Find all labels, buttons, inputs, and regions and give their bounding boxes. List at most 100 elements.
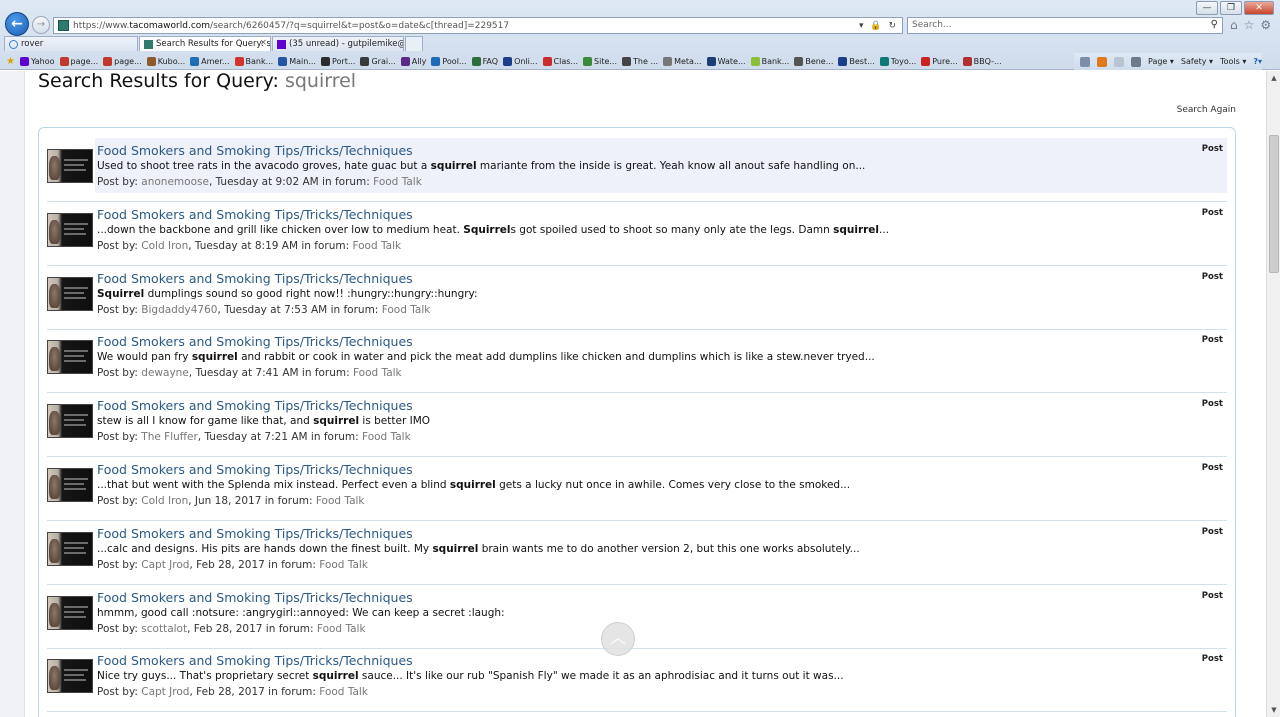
avatar[interactable]: [47, 404, 93, 439]
avatar[interactable]: [47, 595, 93, 630]
close-tab-icon[interactable]: ×: [259, 37, 267, 50]
tab-rover[interactable]: rover: [4, 36, 138, 51]
favorite-item[interactable]: Meta...: [663, 57, 702, 66]
rss-feed-icon[interactable]: [1096, 56, 1107, 67]
favorite-label: Wate...: [717, 57, 746, 66]
result-title-link[interactable]: Food Smokers and Smoking Tips/Tricks/Tec…: [97, 526, 413, 541]
favorite-item[interactable]: Amer...: [190, 57, 230, 66]
tab-search-results[interactable]: Search Results for Query: s... ×: [139, 36, 271, 51]
settings-gear-icon[interactable]: ⚙: [1260, 18, 1271, 32]
query-highlight: Squirrel: [97, 287, 145, 300]
favorite-item[interactable]: Bene...: [794, 57, 833, 66]
search-icon[interactable]: ⚲: [1211, 19, 1218, 30]
favorite-label: Port...: [331, 57, 356, 66]
author-link[interactable]: Cold Iron: [141, 240, 188, 252]
forum-link[interactable]: Food Talk: [319, 559, 368, 571]
avatar[interactable]: [47, 212, 93, 247]
forum-link[interactable]: Food Talk: [319, 686, 368, 698]
forum-link[interactable]: Food Talk: [373, 176, 422, 188]
tab-yahoo-mail[interactable]: (35 unread) - gutpilemike@ya...: [272, 36, 404, 51]
forum-link[interactable]: Food Talk: [382, 304, 431, 316]
favorite-label: BBQ-...: [973, 57, 1002, 66]
avatar[interactable]: [47, 468, 93, 502]
result-title-link[interactable]: Food Smokers and Smoking Tips/Tricks/Tec…: [97, 653, 413, 668]
author-link[interactable]: scottalot: [141, 623, 187, 635]
scroll-down-arrow-icon[interactable]: ▼: [1267, 703, 1280, 717]
result-title-link[interactable]: Food Smokers and Smoking Tips/Tricks/Tec…: [97, 334, 413, 349]
forward-button[interactable]: →: [32, 16, 50, 34]
author-link[interactable]: Cold Iron: [141, 495, 188, 507]
result-title-link[interactable]: Food Smokers and Smoking Tips/Tricks/Tec…: [97, 590, 413, 605]
favorite-item[interactable]: Wate...: [706, 57, 746, 66]
favorite-item[interactable]: Onli...: [503, 57, 538, 66]
author-link[interactable]: dewayne: [141, 367, 188, 379]
page-menu[interactable]: Page ▾: [1148, 57, 1174, 66]
favorite-item[interactable]: Toyo...: [879, 57, 916, 66]
help-icon[interactable]: ?▾: [1253, 57, 1262, 66]
favorite-item[interactable]: Site...: [583, 57, 617, 66]
search-again-link[interactable]: Search Again: [1177, 105, 1236, 115]
favorite-item[interactable]: Bank...: [750, 57, 790, 66]
safety-menu[interactable]: Safety ▾: [1181, 57, 1213, 66]
result-body: Food Smokers and Smoking Tips/Tricks/Tec…: [95, 393, 1227, 448]
home-page-icon[interactable]: [1079, 56, 1090, 67]
favorite-item[interactable]: Clas...: [542, 57, 578, 66]
favorite-item[interactable]: Pool...: [431, 57, 467, 66]
chevron-up-icon: ︿: [609, 628, 626, 647]
forum-link[interactable]: Food Talk: [353, 367, 402, 379]
author-link[interactable]: The Fluffer: [141, 431, 198, 443]
favorite-item[interactable]: FAQ: [471, 57, 498, 66]
favorite-item[interactable]: Grai...: [360, 57, 396, 66]
scroll-up-arrow-icon[interactable]: ▲: [1267, 71, 1280, 85]
forum-link[interactable]: Food Talk: [352, 240, 401, 252]
favorite-item[interactable]: Kubo...: [146, 57, 185, 66]
favorite-item[interactable]: Main...: [278, 57, 316, 66]
address-bar[interactable]: https://www.tacomaworld.com/search/62604…: [53, 17, 903, 34]
favorite-item[interactable]: Port...: [320, 57, 356, 66]
scroll-to-top-button[interactable]: ︿: [601, 622, 635, 656]
favorite-item[interactable]: Ally: [400, 57, 426, 66]
print-icon[interactable]: [1130, 56, 1141, 67]
back-button[interactable]: ←: [5, 12, 29, 36]
browser-search-input[interactable]: Search... ⚲: [907, 17, 1223, 34]
avatar[interactable]: [47, 531, 93, 566]
page-scrollbar[interactable]: ▲ ▼: [1266, 71, 1280, 717]
address-tools-icons[interactable]: ▾ 🔒 ↻: [859, 21, 902, 31]
forum-link[interactable]: Food Talk: [316, 495, 365, 507]
add-favorites-star-icon[interactable]: ★: [6, 56, 15, 67]
author-link[interactable]: anonemoose: [141, 176, 209, 188]
favorite-label: Bank...: [761, 57, 790, 66]
favorite-item[interactable]: The ...: [622, 57, 658, 66]
favorite-item[interactable]: page...: [59, 57, 98, 66]
forum-link[interactable]: Food Talk: [317, 623, 366, 635]
result-title-link[interactable]: Food Smokers and Smoking Tips/Tricks/Tec…: [97, 207, 413, 222]
avatar[interactable]: [47, 340, 93, 375]
result-type-label: Post: [1201, 399, 1223, 410]
favorite-item[interactable]: page...: [103, 57, 142, 66]
favorite-item[interactable]: Pure...: [921, 57, 958, 66]
scrollbar-thumb[interactable]: [1269, 135, 1279, 273]
result-title-link[interactable]: Food Smokers and Smoking Tips/Tricks/Tec…: [97, 462, 413, 477]
favorite-item[interactable]: Bank...: [234, 57, 273, 66]
favorite-item[interactable]: Best...: [838, 57, 875, 66]
result-title-link[interactable]: Food Smokers and Smoking Tips/Tricks/Tec…: [97, 271, 413, 286]
favorite-label: The ...: [633, 57, 659, 66]
avatar[interactable]: [47, 659, 93, 694]
avatar[interactable]: [47, 276, 93, 311]
forum-link[interactable]: Food Talk: [362, 431, 411, 443]
address-url[interactable]: https://www.tacomaworld.com/search/62604…: [73, 21, 859, 31]
result-title-link[interactable]: Food Smokers and Smoking Tips/Tricks/Tec…: [97, 143, 413, 158]
author-link[interactable]: Capt Jrod: [141, 686, 189, 698]
post-time: , Feb 28, 2017: [189, 558, 265, 571]
home-icon[interactable]: ⌂: [1230, 18, 1238, 32]
result-title-link[interactable]: Food Smokers and Smoking Tips/Tricks/Tec…: [97, 398, 413, 413]
author-link[interactable]: Bigdaddy4760: [141, 304, 217, 316]
favorite-item[interactable]: BBQ-...: [962, 57, 1002, 66]
author-link[interactable]: Capt Jrod: [141, 559, 189, 571]
read-mail-icon[interactable]: [1113, 56, 1124, 67]
favorite-item[interactable]: Yahoo: [19, 57, 55, 66]
avatar[interactable]: [47, 149, 93, 183]
favorites-star-icon[interactable]: ☆: [1244, 18, 1255, 32]
new-tab-button[interactable]: [405, 36, 423, 51]
tools-menu[interactable]: Tools ▾: [1220, 57, 1246, 66]
